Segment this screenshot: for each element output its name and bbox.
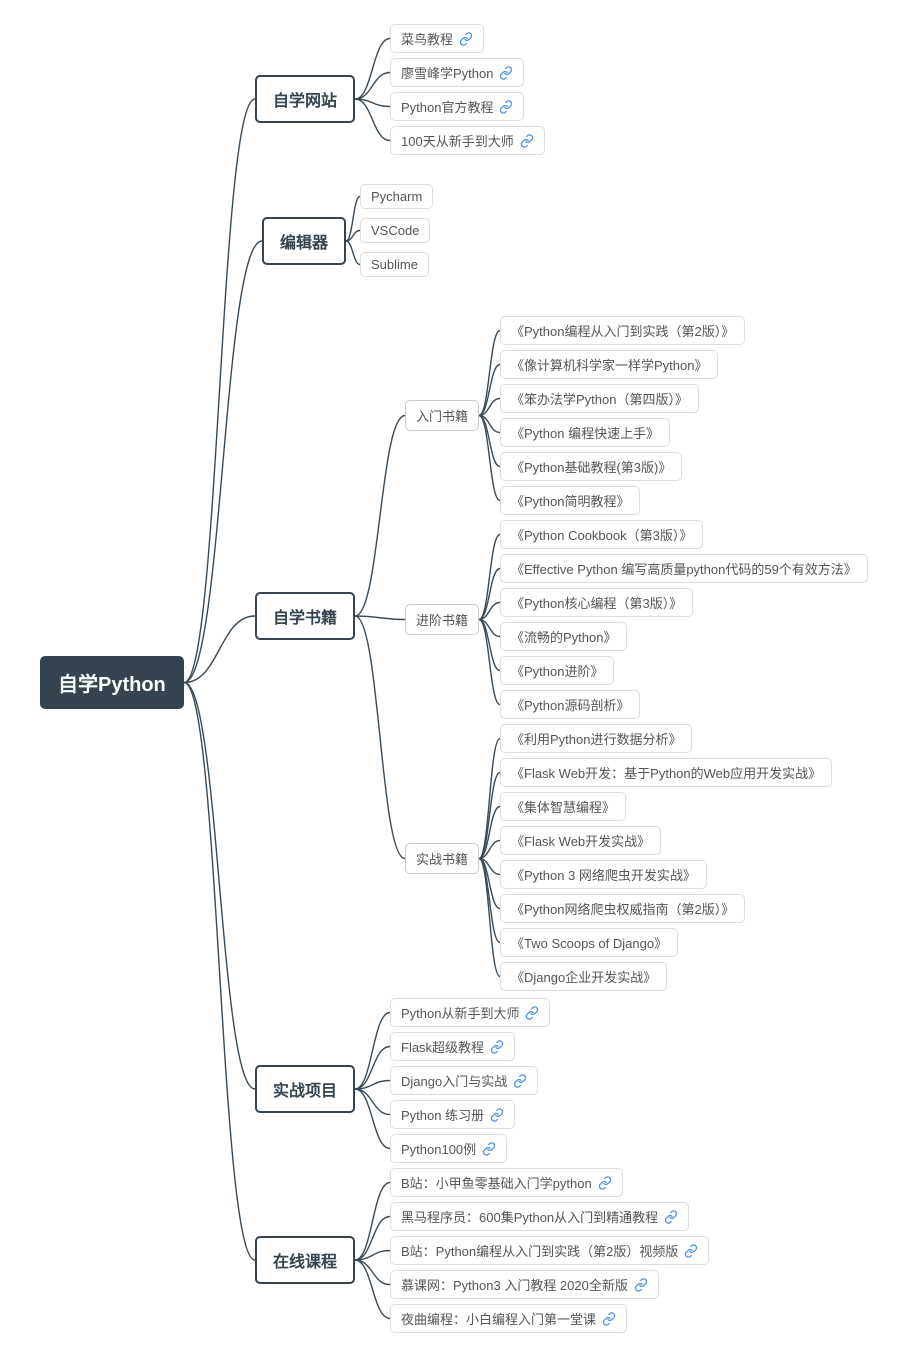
leaf-advanced-2: 《Python核心编程（第3版）》: [500, 588, 693, 617]
leaf-practice-4: 《Python 3 网络爬虫开发实战》: [500, 860, 707, 889]
category-projects: 实战项目: [255, 1065, 355, 1113]
leaf-practice-7: 《Django企业开发实战》: [500, 962, 667, 991]
leaf-practice-5: 《Python网络爬虫权威指南（第2版）》: [500, 894, 745, 923]
category-editors: 编辑器: [262, 217, 346, 265]
category-books: 自学书籍: [255, 592, 355, 640]
leaf-websites-0[interactable]: 菜鸟教程: [390, 24, 484, 53]
leaf-practice-0: 《利用Python进行数据分析》: [500, 724, 692, 753]
leaf-courses-0[interactable]: B站：小甲鱼零基础入门学python: [390, 1168, 623, 1197]
leaf-beginner-2: 《笨办法学Python（第四版）》: [500, 384, 699, 413]
leaf-courses-3[interactable]: 慕课网：Python3 入门教程 2020全新版: [390, 1270, 659, 1299]
leaf-websites-2[interactable]: Python官方教程: [390, 92, 524, 121]
leaf-beginner-0: 《Python编程从入门到实践（第2版）》: [500, 316, 745, 345]
leaf-practice-2: 《集体智慧编程》: [500, 792, 626, 821]
leaf-projects-3[interactable]: Python 练习册: [390, 1100, 515, 1129]
leaf-projects-1[interactable]: Flask超级教程: [390, 1032, 515, 1061]
category-courses: 在线课程: [255, 1236, 355, 1284]
sub-advanced: 进阶书籍: [405, 604, 479, 635]
leaf-beginner-3: 《Python 编程快速上手》: [500, 418, 670, 447]
leaf-beginner-4: 《Python基础教程(第3版)》: [500, 452, 682, 481]
root-node: 自学Python: [40, 656, 184, 709]
leaf-editors-0: Pycharm: [360, 184, 433, 209]
leaf-websites-3[interactable]: 100天从新手到大师: [390, 126, 545, 155]
leaf-practice-1: 《Flask Web开发：基于Python的Web应用开发实战》: [500, 758, 832, 787]
leaf-courses-4[interactable]: 夜曲编程：小白编程入门第一堂课: [390, 1304, 627, 1333]
leaf-courses-1[interactable]: 黑马程序员：600集Python从入门到精通教程: [390, 1202, 689, 1231]
leaf-websites-1[interactable]: 廖雪峰学Python: [390, 58, 524, 87]
leaf-beginner-1: 《像计算机科学家一样学Python》: [500, 350, 718, 379]
leaf-practice-6: 《Two Scoops of Django》: [500, 928, 678, 957]
leaf-advanced-1: 《Effective Python 编写高质量python代码的59个有效方法》: [500, 554, 868, 583]
leaf-courses-2[interactable]: B站：Python编程从入门到实践（第2版）视频版: [390, 1236, 709, 1265]
leaf-projects-4[interactable]: Python100例: [390, 1134, 507, 1163]
leaf-practice-3: 《Flask Web开发实战》: [500, 826, 661, 855]
sub-beginner: 入门书籍: [405, 400, 479, 431]
leaf-advanced-4: 《Python进阶》: [500, 656, 614, 685]
leaf-editors-2: Sublime: [360, 252, 429, 277]
leaf-advanced-3: 《流畅的Python》: [500, 622, 627, 651]
sub-practice: 实战书籍: [405, 843, 479, 874]
leaf-advanced-5: 《Python源码剖析》: [500, 690, 640, 719]
leaf-projects-0[interactable]: Python从新手到大师: [390, 998, 550, 1027]
leaf-projects-2[interactable]: Django入门与实战: [390, 1066, 538, 1095]
category-websites: 自学网站: [255, 75, 355, 123]
leaf-advanced-0: 《Python Cookbook（第3版）》: [500, 520, 703, 549]
leaf-editors-1: VSCode: [360, 218, 430, 243]
leaf-beginner-5: 《Python简明教程》: [500, 486, 640, 515]
